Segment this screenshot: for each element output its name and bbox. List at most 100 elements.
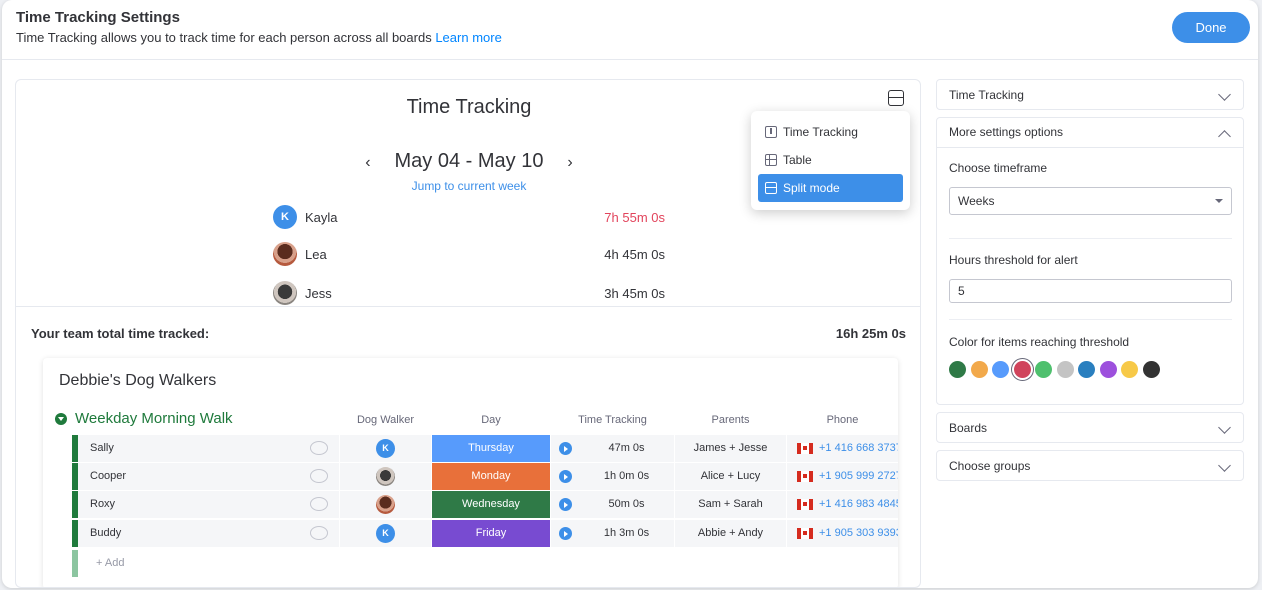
parents-cell[interactable]: Alice + Lucy — [675, 463, 786, 490]
phone-cell[interactable]: +1 416 983 4845 — [787, 491, 898, 518]
item-name[interactable]: Sally — [78, 435, 339, 462]
comment-icon[interactable] — [310, 526, 328, 540]
canada-flag-icon — [797, 470, 813, 482]
time-tracking-cell: 50m 0s — [551, 491, 674, 518]
avatar: K — [376, 439, 395, 458]
tracked-time: 1h 3m 0s — [603, 527, 650, 539]
comment-icon[interactable] — [310, 441, 328, 455]
time-tracking-accordion[interactable]: Time Tracking — [936, 79, 1244, 110]
accordion-label: More settings options — [949, 125, 1064, 139]
parents-cell[interactable]: Abbie + Andy — [675, 520, 786, 547]
item-name[interactable]: Buddy — [78, 520, 339, 547]
learn-more-link[interactable]: Learn more — [435, 30, 501, 45]
chevron-down-icon — [1218, 88, 1231, 101]
dog-walker-cell[interactable]: K — [340, 435, 431, 462]
table-row[interactable]: Sally K Thursday 47m 0s James + Jesse +1… — [72, 435, 898, 462]
time-tracking-cell: 1h 3m 0s — [551, 520, 674, 547]
phone-cell[interactable]: +1 905 999 2727 — [787, 463, 898, 490]
header: Time Tracking Settings Time Tracking all… — [2, 0, 1258, 60]
canada-flag-icon — [797, 498, 813, 510]
color-swatch[interactable] — [949, 361, 966, 378]
person-row: Lea 4h 45m 0s — [273, 239, 665, 269]
color-swatch[interactable] — [1013, 361, 1031, 378]
table-row[interactable]: Cooper Monday 1h 0m 0s Alice + Lucy +1 9… — [72, 463, 898, 490]
color-swatch[interactable] — [1121, 361, 1138, 378]
item-name[interactable]: Cooper — [78, 463, 339, 490]
group-collapse-icon[interactable] — [55, 413, 67, 425]
boards-accordion[interactable]: Boards — [936, 412, 1244, 443]
next-week-icon[interactable]: › — [561, 154, 579, 172]
more-settings-header[interactable]: More settings options — [937, 118, 1243, 148]
divider — [949, 238, 1232, 239]
avatar — [376, 495, 395, 514]
layout-menu: Time Tracking Table Split mode — [751, 111, 910, 210]
chevron-down-icon — [1218, 421, 1231, 434]
color-swatch[interactable] — [992, 361, 1009, 378]
avatar: K — [273, 205, 297, 229]
chevron-down-icon — [1218, 459, 1231, 472]
color-swatch[interactable] — [1056, 361, 1074, 378]
phone-number[interactable]: +1 416 983 4845 — [819, 498, 898, 510]
column-header-phone: Phone — [826, 414, 859, 426]
board-preview: Debbie's Dog Walkers Weekday Morning Wal… — [43, 358, 898, 587]
item-name[interactable]: Roxy — [78, 491, 339, 518]
menu-item-split-mode[interactable]: Split mode — [758, 174, 903, 202]
canada-flag-icon — [797, 527, 813, 539]
phone-number[interactable]: +1 416 668 3737 — [819, 442, 898, 454]
parents-cell[interactable]: James + Jesse — [675, 435, 786, 462]
day-status-cell[interactable]: Friday — [432, 520, 550, 547]
color-swatch[interactable] — [1099, 361, 1117, 378]
person-time: 4h 45m 0s — [604, 247, 665, 262]
color-swatch[interactable] — [970, 361, 988, 378]
phone-number[interactable]: +1 905 999 2727 — [819, 470, 898, 482]
dog-walker-cell[interactable] — [340, 463, 431, 490]
menu-item-time-tracking[interactable]: Time Tracking — [758, 118, 903, 146]
avatar — [376, 467, 395, 486]
threshold-input[interactable]: 5 — [949, 279, 1232, 303]
add-item-row[interactable]: + Add — [72, 550, 898, 577]
page-title: Time Tracking Settings — [16, 9, 180, 26]
dog-walker-cell[interactable] — [340, 491, 431, 518]
more-settings-panel: More settings options Choose timeframe W… — [936, 117, 1244, 405]
play-icon[interactable] — [559, 527, 572, 540]
done-button[interactable]: Done — [1172, 12, 1250, 43]
divider — [16, 306, 920, 307]
dog-walker-cell[interactable]: K — [340, 520, 431, 547]
timeframe-select[interactable]: Weeks — [949, 187, 1232, 215]
add-item-label[interactable]: + Add — [96, 557, 124, 569]
table-row[interactable]: Roxy Wednesday 50m 0s Sam + Sarah +1 416… — [72, 491, 898, 518]
prev-week-icon[interactable]: ‹ — [359, 154, 377, 172]
layout-toggle-icon[interactable] — [888, 90, 904, 106]
group-color-bar — [72, 550, 78, 577]
parents-cell[interactable]: Sam + Sarah — [675, 491, 786, 518]
person-name: Jess — [305, 286, 332, 301]
timeframe-label: Choose timeframe — [949, 161, 1048, 175]
choose-groups-accordion[interactable]: Choose groups — [936, 450, 1244, 481]
group-title[interactable]: Weekday Morning Walk — [75, 410, 233, 427]
menu-item-table[interactable]: Table — [758, 146, 903, 174]
comment-icon[interactable] — [310, 469, 328, 483]
color-label: Color for items reaching threshold — [949, 335, 1130, 349]
accordion-label: Choose groups — [949, 459, 1031, 473]
color-swatch[interactable] — [1078, 361, 1095, 378]
day-status-cell[interactable]: Wednesday — [432, 491, 550, 518]
table-row[interactable]: Buddy K Friday 1h 3m 0s Abbie + Andy +1 … — [72, 520, 898, 547]
comment-icon[interactable] — [310, 497, 328, 511]
person-name: Lea — [305, 247, 327, 262]
play-icon[interactable] — [559, 442, 572, 455]
color-swatch[interactable] — [1035, 361, 1052, 378]
person-name: Kayla — [305, 210, 338, 225]
phone-cell[interactable]: +1 416 668 3737 — [787, 435, 898, 462]
avatar — [273, 242, 297, 266]
threshold-label: Hours threshold for alert — [949, 253, 1078, 267]
play-icon[interactable] — [559, 498, 572, 511]
menu-item-label: Time Tracking — [783, 125, 858, 139]
chevron-up-icon — [1218, 130, 1231, 143]
phone-number[interactable]: +1 905 303 9393 — [819, 527, 898, 539]
day-status-cell[interactable]: Thursday — [432, 435, 550, 462]
phone-cell[interactable]: +1 905 303 9393 — [787, 520, 898, 547]
color-swatch[interactable] — [1142, 361, 1160, 378]
play-icon[interactable] — [559, 470, 572, 483]
menu-item-label: Split mode — [783, 181, 840, 195]
day-status-cell[interactable]: Monday — [432, 463, 550, 490]
